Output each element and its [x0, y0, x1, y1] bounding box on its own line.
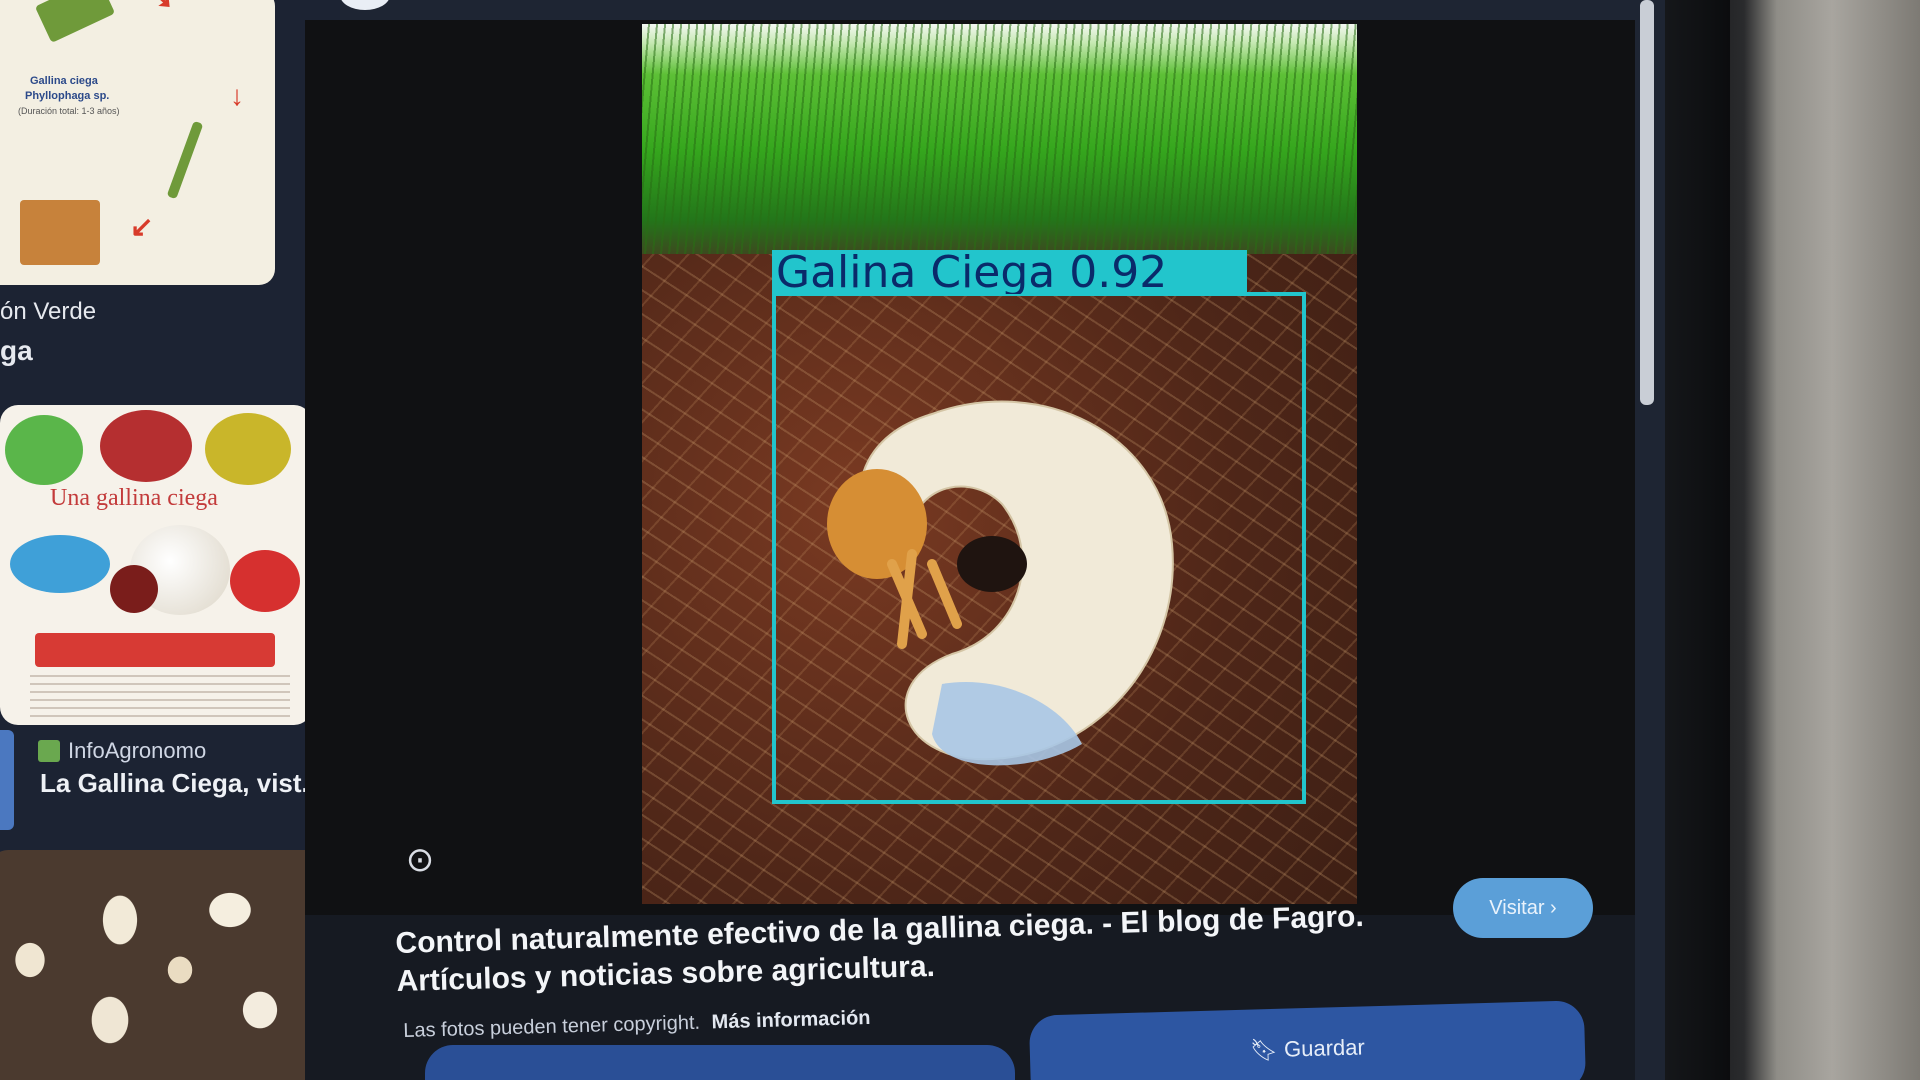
plant-illustration [166, 120, 204, 200]
source-name: InfoAgronomo [68, 738, 207, 763]
soil-illustration [20, 200, 100, 265]
copyright-text: Las fotos pueden tener copyright. [403, 1011, 701, 1042]
results-column: ➘ ↓ ↙ Gallina ciega Phyllophaga sp. (Dur… [0, 0, 340, 1080]
beetle-illustration [110, 565, 158, 613]
info-banner [35, 633, 275, 667]
arrow-icon: ➘ [150, 0, 173, 15]
selected-indicator [0, 730, 14, 830]
background-wall [1700, 0, 1920, 1080]
more-info-link[interactable]: Más información [711, 1007, 870, 1033]
scrollbar[interactable] [1640, 0, 1654, 405]
site-favicon-icon [38, 740, 60, 762]
info-bubble [205, 413, 291, 485]
result-card-grubs[interactable] [0, 850, 340, 1080]
info-bubble [5, 415, 83, 485]
monitor-bezel [1660, 0, 1730, 1080]
result-source[interactable]: InfoAgronomo [38, 738, 206, 764]
infographic-text-lines [30, 675, 290, 719]
secondary-button[interactable] [425, 1045, 1015, 1080]
image-description[interactable]: Control naturalmente efectivo de la gall… [395, 895, 1457, 1001]
copyright-notice: Las fotos pueden tener copyright. Más in… [403, 1007, 871, 1043]
info-bubble [10, 535, 110, 593]
detection-label: Galina Ciega 0.92 [772, 250, 1247, 294]
result-card-infographic[interactable]: Una gallina ciega [0, 405, 312, 725]
card-subtitle: (Duración total: 1-3 años) [18, 106, 120, 116]
top-control-button[interactable] [340, 0, 390, 10]
visit-button[interactable]: Visitar › [1453, 878, 1593, 938]
arrow-icon: ↓ [230, 80, 244, 111]
result-card-lifecycle[interactable]: ➘ ↓ ↙ Gallina ciega Phyllophaga sp. (Dur… [0, 0, 275, 285]
info-bubble [100, 410, 192, 482]
leaf-illustration [34, 0, 116, 43]
visual-search-icon[interactable]: ⊙ [398, 838, 442, 882]
bookmark-icon: 🔖︎ [1249, 1036, 1285, 1063]
save-button[interactable]: 🔖︎ Guardar [1028, 1000, 1587, 1080]
result-title[interactable]: La Gallina Ciega, vist... [40, 768, 323, 799]
detection-bounding-box [772, 292, 1306, 804]
result-label-partial: ón Verde [0, 298, 97, 325]
card-title-line1: Gallina ciega [30, 75, 98, 87]
grass-layer [642, 24, 1357, 254]
arrow-icon: ↙ [130, 211, 154, 242]
infographic-headline: Una gallina ciega [50, 485, 218, 511]
image-info: Control naturalmente efectivo de la gall… [365, 878, 1615, 1080]
info-bubble [230, 550, 300, 612]
save-label: Guardar [1283, 1034, 1366, 1062]
result-label-partial: ga [0, 335, 33, 366]
browser-screen: ➘ ↓ ↙ Gallina ciega Phyllophaga sp. (Dur… [0, 0, 1665, 1080]
card-title-line2: Phyllophaga sp. [25, 90, 110, 102]
